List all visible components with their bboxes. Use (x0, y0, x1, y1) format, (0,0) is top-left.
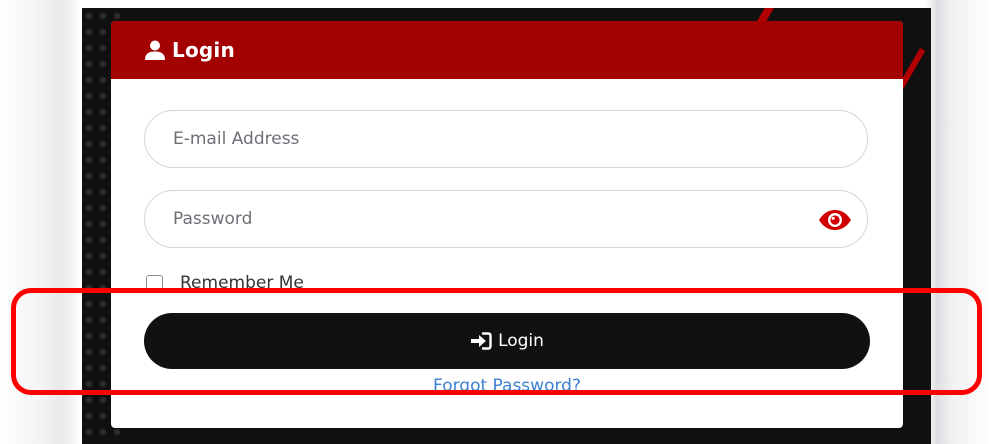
password-field[interactable] (144, 190, 868, 248)
login-button-label: Login (498, 331, 544, 351)
forgot-password-link[interactable]: Forgot Password? (111, 376, 903, 396)
email-input[interactable] (171, 128, 775, 150)
remember-label: Remember Me (180, 273, 304, 293)
remember-checkbox[interactable] (146, 274, 163, 292)
card-title: Login (172, 38, 235, 62)
login-card: Login Remember Me Login Forgot Password? (111, 21, 903, 428)
card-header: Login (111, 21, 903, 79)
email-field[interactable] (144, 110, 868, 168)
remember-me[interactable]: Remember Me (146, 271, 304, 295)
password-input[interactable] (171, 208, 775, 230)
login-button[interactable]: Login (144, 313, 870, 369)
eye-icon[interactable] (817, 205, 853, 235)
user-icon (144, 40, 166, 60)
sign-in-icon (470, 332, 492, 350)
